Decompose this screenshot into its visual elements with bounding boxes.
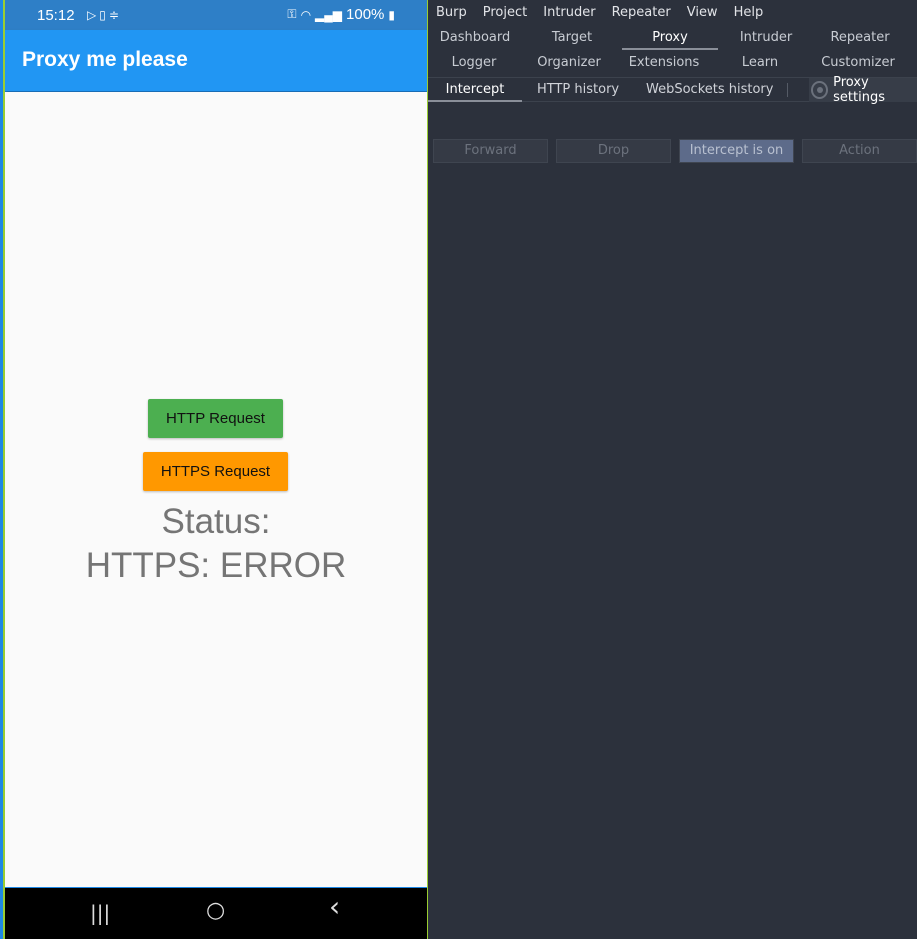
subtab-http-history[interactable]: HTTP history (537, 78, 619, 102)
main-tabs-row1: Dashboard Target Proxy Intruder Repeater (428, 26, 917, 50)
tab-target[interactable]: Target (524, 26, 620, 50)
tab-proxy[interactable]: Proxy (622, 26, 718, 50)
tab-dashboard[interactable]: Dashboard (428, 26, 522, 50)
action-button[interactable]: Action (802, 139, 917, 163)
drop-button[interactable]: Drop (556, 139, 671, 163)
gear-icon (811, 81, 829, 99)
burp-window: Burp Project Intruder Repeater View Help… (428, 0, 917, 939)
tab-intruder[interactable]: Intruder (718, 26, 814, 50)
tab-logger[interactable]: Logger (428, 51, 520, 75)
forward-button[interactable]: Forward (433, 139, 548, 163)
subtab-divider (787, 83, 788, 97)
intercept-toggle-button[interactable]: Intercept is on (679, 139, 794, 163)
menu-help[interactable]: Help (726, 2, 772, 24)
proxy-settings-label: Proxy settings (833, 75, 885, 105)
subtab-intercept[interactable]: Intercept (428, 78, 522, 102)
menu-view[interactable]: View (679, 2, 726, 24)
proxy-settings-button[interactable]: Proxy settings (809, 75, 917, 105)
tab-organizer[interactable]: Organizer (522, 51, 616, 75)
phone-screen: 15:12 ▷ ▯ ≑ ⚿ ◠ ▂▄▆ 100% ▮ Proxy me plea… (0, 0, 428, 939)
menu-project[interactable]: Project (475, 2, 535, 24)
tab-extensions[interactable]: Extensions (616, 51, 712, 75)
subtab-websockets-history[interactable]: WebSockets history (646, 78, 773, 102)
phone-frame (3, 0, 428, 939)
tab-learn[interactable]: Learn (712, 51, 808, 75)
menu-intruder[interactable]: Intruder (535, 2, 603, 24)
menu-bar: Burp Project Intruder Repeater View Help (428, 2, 771, 24)
proxy-subtabs: Intercept HTTP history WebSockets histor… (428, 75, 917, 105)
intercept-actions: Forward Drop Intercept is on Action (428, 139, 917, 163)
tab-repeater[interactable]: Repeater (814, 26, 906, 50)
tab-customizer[interactable]: Customizer (808, 51, 908, 75)
main-tabs-row2: Logger Organizer Extensions Learn Custom… (428, 51, 917, 75)
menu-repeater[interactable]: Repeater (604, 2, 679, 24)
menu-burp[interactable]: Burp (428, 2, 475, 24)
